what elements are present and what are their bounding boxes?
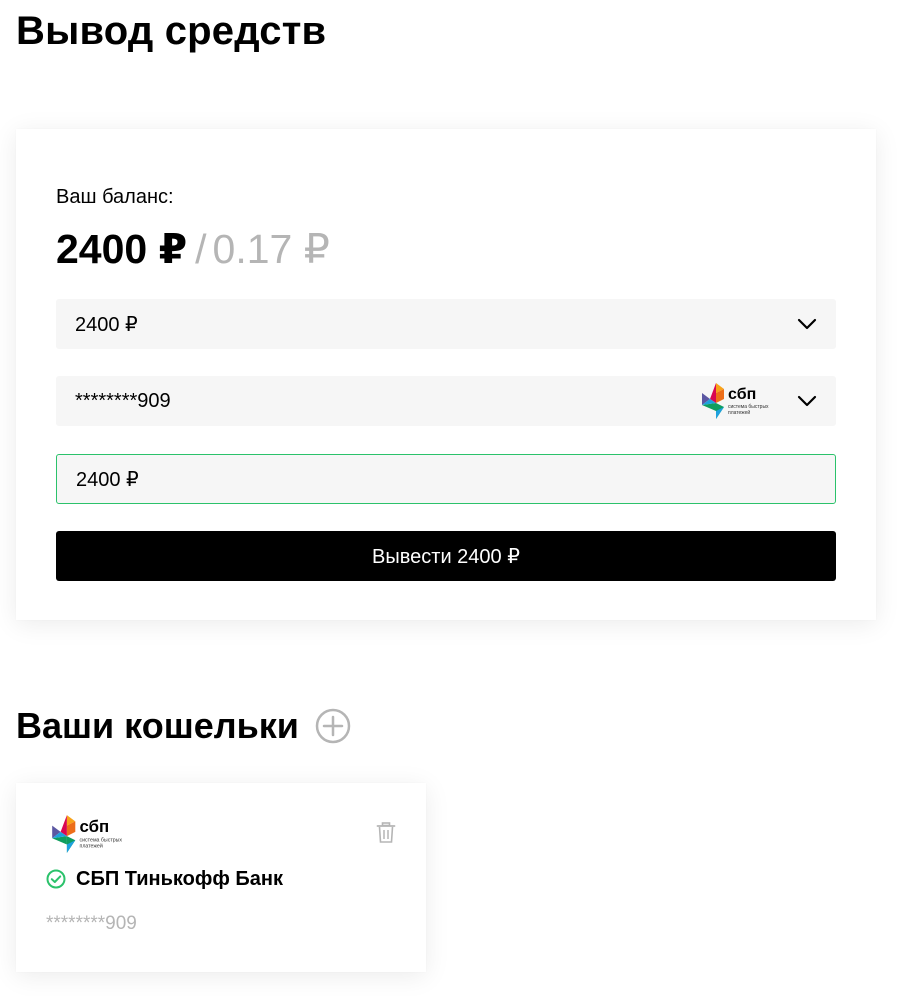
svg-text:платежей: платежей [80,843,103,850]
wallets-title: Ваши кошельки [16,705,299,746]
withdraw-card: Ваш баланс: 2400 ₽/0.17 ₽ 2400 ₽ *******… [16,129,876,620]
balance-label: Ваш баланс: [56,186,174,208]
withdraw-button[interactable]: Вывести 2400 ₽ [56,531,836,581]
sbp-logo-text: сбп [80,817,110,836]
sbp-logo-icon: сбп система быстрых платежей [50,813,130,860]
add-wallet-button[interactable] [315,708,351,744]
amount-input[interactable] [56,454,836,504]
sbp-logo-icon: сбп система быстрых платежей [700,381,776,421]
svg-text:платежей: платежей [728,409,750,416]
wallet-name: СБП Тинькофф Банк [76,868,283,890]
page-title: Вывод средств [16,9,327,53]
chevron-down-icon [796,390,818,412]
wallet-card: сбп система быстрых платежей СБП Тинькоф… [16,783,426,972]
wallet-name-row: СБП Тинькофф Банк [46,867,283,891]
balance-row: 2400 ₽/0.17 ₽ [56,224,330,274]
sbp-logo-text: сбп [728,386,756,403]
wallet-select-value: ********909 [75,389,171,412]
amount-select[interactable]: 2400 ₽ [56,299,836,349]
chevron-down-icon [796,313,818,335]
plus-circle-icon [315,708,351,744]
balance-main: 2400 ₽ [56,226,188,272]
balance-separator: / [195,226,207,272]
svg-text:система быстрых: система быстрых [80,837,123,843]
wallets-header: Ваши кошельки [16,703,351,749]
check-circle-icon [46,869,66,889]
balance-secondary: 0.17 ₽ [212,226,330,272]
wallet-number: ********909 [46,913,137,934]
wallet-select[interactable]: ********909 сбп система быстрых платежей [56,376,836,426]
amount-select-value: 2400 ₽ [75,313,138,336]
withdraw-page: Вывод средств Ваш баланс: 2400 ₽/0.17 ₽ … [0,0,897,996]
trash-icon[interactable] [376,822,396,849]
